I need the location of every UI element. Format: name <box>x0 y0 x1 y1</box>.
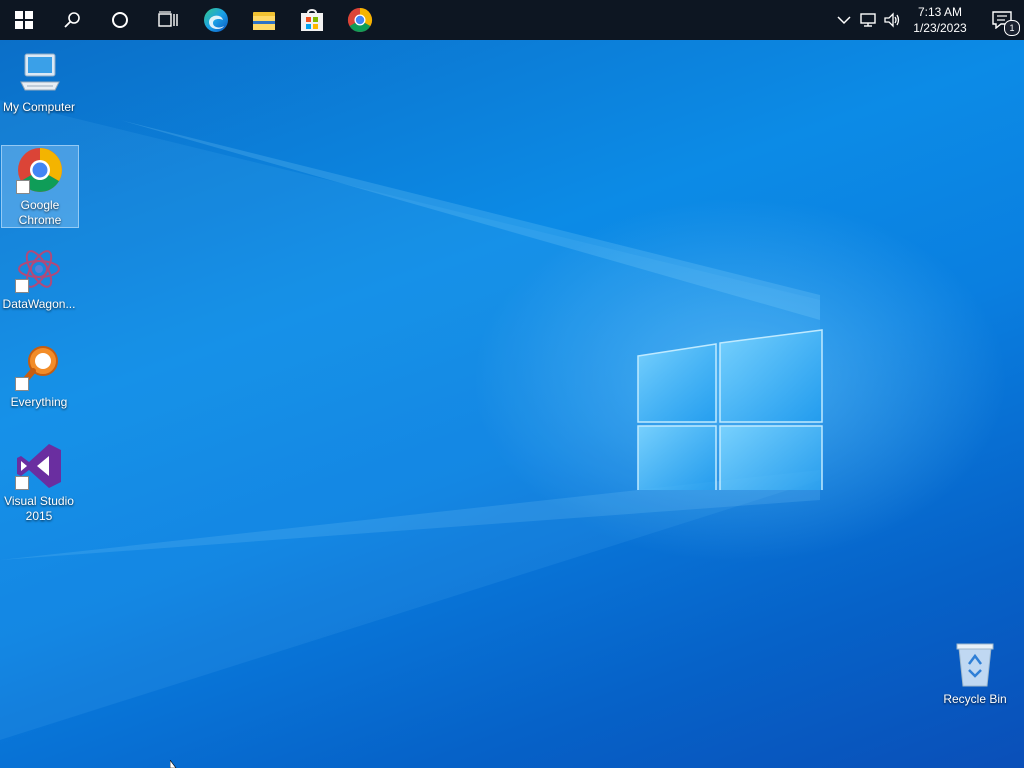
light-beam-decoration <box>0 100 820 740</box>
shortcut-arrow-icon <box>15 377 29 391</box>
desktop-icon-visual-studio-2015[interactable]: Visual Studio 2015 <box>1 442 77 524</box>
system-tray: 7:13 AM 1/23/2023 1 <box>832 0 1024 40</box>
cortana-button[interactable] <box>96 0 144 40</box>
shortcut-arrow-icon <box>15 279 29 293</box>
desktop-icon-my-computer[interactable]: My Computer <box>1 48 77 115</box>
desktop-icon-everything[interactable]: Everything <box>1 343 77 410</box>
edge-icon <box>204 8 228 32</box>
windows-logo-decoration <box>637 329 823 490</box>
clock-date: 1/23/2023 <box>913 21 967 35</box>
clock[interactable]: 7:13 AM 1/23/2023 <box>908 4 972 36</box>
chevron-down-icon <box>837 16 851 25</box>
search-icon <box>64 12 80 28</box>
desktop-wallpaper <box>0 40 1024 768</box>
task-view-icon <box>158 11 178 27</box>
chrome-button[interactable] <box>336 0 384 40</box>
clock-time: 7:13 AM <box>917 5 963 19</box>
chrome-icon <box>347 7 373 33</box>
computer-icon <box>20 53 60 91</box>
network-button[interactable] <box>856 0 880 40</box>
desktop-icon-label: Google Chrome <box>18 198 62 227</box>
search-button[interactable] <box>48 0 96 40</box>
shortcut-arrow-icon <box>16 180 30 194</box>
speaker-icon <box>884 12 900 28</box>
windows-logo-icon <box>15 11 33 29</box>
desktop-icon-label: Recycle Bin <box>943 692 1007 706</box>
desktop-icon-label: Everything <box>10 395 68 409</box>
desktop-icon-label: My Computer <box>2 100 76 114</box>
store-button[interactable] <box>288 0 336 40</box>
notification-count-badge: 1 <box>1004 20 1020 36</box>
network-icon <box>860 13 876 27</box>
folder-icon <box>253 12 275 30</box>
desktop-icon-google-chrome[interactable]: Google Chrome <box>1 145 79 228</box>
taskbar: 7:13 AM 1/23/2023 1 <box>0 0 1024 40</box>
show-hidden-icons-button[interactable] <box>832 0 856 40</box>
shortcut-arrow-icon <box>15 476 29 490</box>
action-center-button[interactable]: 1 <box>980 0 1024 40</box>
desktop-icon-datawagon[interactable]: DataWagon... <box>1 245 77 312</box>
volume-button[interactable] <box>880 0 904 40</box>
recycle-bin-icon <box>956 643 994 687</box>
desktop-icon-recycle-bin[interactable]: Recycle Bin <box>937 640 1013 707</box>
desktop-icon-label: DataWagon... <box>2 297 76 311</box>
edge-button[interactable] <box>192 0 240 40</box>
mouse-cursor-icon <box>170 760 177 768</box>
circle-icon <box>112 12 128 28</box>
store-icon <box>301 9 323 31</box>
start-button[interactable] <box>0 0 48 40</box>
task-view-button[interactable] <box>144 0 192 40</box>
desktop-icon-label: Visual Studio 2015 <box>4 494 74 523</box>
file-explorer-button[interactable] <box>240 0 288 40</box>
